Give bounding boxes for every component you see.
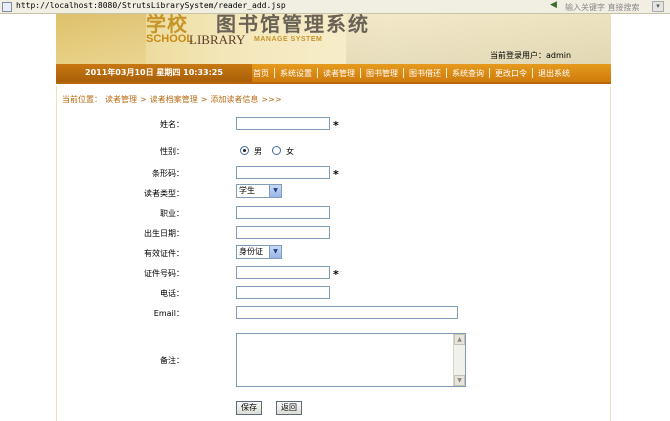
breadcrumb-current: 添加读者信息	[210, 95, 259, 104]
id-type-label: 有效证件：	[144, 249, 184, 258]
header-decoration	[56, 14, 146, 64]
reader-type-select[interactable]: 学生 ▼	[236, 184, 282, 198]
barcode-input[interactable]	[236, 166, 330, 179]
scroll-down-icon[interactable]: ▼	[454, 375, 465, 386]
id-number-required-mark: *	[333, 268, 339, 281]
breadcrumb-sep-icon: >	[140, 95, 147, 104]
main-nav: 2011年03月10日 星期四 10:33:25 首页 系统设置 读者管理 图书…	[56, 64, 611, 84]
breadcrumb-sep-icon: >	[200, 95, 208, 104]
logo-school-en: SCHOOL	[146, 33, 194, 45]
breadcrumb-suffix: >>>	[261, 95, 282, 104]
nav-item-home[interactable]: 首页	[248, 68, 274, 79]
nav-item-password[interactable]: 更改口令	[490, 68, 532, 79]
reader-type-value: 学生	[239, 186, 255, 195]
logo-library-en: LIBRARY	[189, 32, 246, 47]
nav-item-logout[interactable]: 退出系统	[533, 68, 575, 79]
job-input[interactable]	[236, 206, 330, 219]
email-label: Email：	[153, 309, 184, 318]
id-type-value: 身份证	[239, 247, 263, 256]
header-building-image	[346, 14, 611, 64]
id-number-label: 证件号码：	[144, 269, 184, 278]
nav-item-books[interactable]: 图书管理	[361, 68, 403, 79]
browser-address-bar: http://localhost:8080/StrutsLibrarySyste…	[0, 0, 670, 14]
breadcrumb-readers[interactable]: 读者管理	[105, 95, 137, 104]
save-button[interactable]: 保存	[236, 401, 262, 415]
barcode-label: 条形码：	[152, 169, 184, 178]
name-input[interactable]	[236, 117, 330, 130]
gender-male-radio[interactable]	[240, 146, 249, 155]
gender-male-label: 男	[254, 147, 262, 156]
nav-item-query[interactable]: 系统查询	[447, 68, 489, 79]
current-user: 当前登录用户：admin	[490, 51, 572, 60]
breadcrumb-archive[interactable]: 读者档案管理	[150, 95, 198, 104]
gender-female-radio[interactable]	[272, 146, 281, 155]
remark-textarea[interactable]: ▲ ▼	[236, 333, 466, 387]
address-url[interactable]: http://localhost:8080/StrutsLibrarySyste…	[16, 1, 286, 10]
name-required-mark: *	[333, 119, 339, 132]
phone-label: 电话：	[160, 289, 184, 298]
toolbar-icon[interactable]: ▾	[652, 1, 664, 12]
gender-label: 性别：	[160, 147, 184, 156]
birthday-label: 出生日期：	[144, 229, 184, 238]
email-input[interactable]	[236, 306, 458, 319]
job-label: 职业：	[160, 209, 184, 218]
chevron-down-icon[interactable]: ▼	[269, 246, 281, 258]
page-icon	[2, 2, 12, 12]
gender-female-label: 女	[286, 147, 294, 156]
barcode-required-mark: *	[333, 168, 339, 181]
name-label: 姓名：	[160, 120, 184, 129]
id-type-select[interactable]: 身份证 ▼	[236, 245, 282, 259]
logo-manage-en: MANAGE SYSTEM	[254, 36, 323, 43]
search-hint[interactable]: 输入关键字 直接搜索	[565, 2, 640, 13]
birthday-input[interactable]	[236, 226, 330, 239]
reader-type-label: 读者类型：	[144, 189, 184, 198]
page-margin-left	[0, 14, 56, 421]
scroll-up-icon[interactable]: ▲	[454, 334, 465, 345]
breadcrumb: 当前位置： 读者管理 > 读者档案管理 > 添加读者信息 >>>	[62, 94, 285, 105]
nav-item-borrow[interactable]: 图书借还	[404, 68, 446, 79]
remark-scrollbar[interactable]: ▲ ▼	[453, 334, 465, 386]
id-number-input[interactable]	[236, 266, 330, 279]
phone-input[interactable]	[236, 286, 330, 299]
nav-datetime: 2011年03月10日 星期四 10:33:25	[56, 64, 252, 82]
back-button[interactable]: 返回	[276, 401, 302, 415]
nav-item-settings[interactable]: 系统设置	[275, 68, 317, 79]
go-arrow-icon[interactable]: ◀	[550, 0, 557, 10]
nav-item-readers[interactable]: 读者管理	[318, 68, 360, 79]
chevron-down-icon[interactable]: ▼	[269, 185, 281, 197]
nav-menu: 首页 系统设置 读者管理 图书管理 图书借还 系统查询 更改口令 退出系统	[248, 64, 575, 82]
remark-label: 备注：	[160, 356, 184, 365]
breadcrumb-prefix: 当前位置：	[62, 95, 102, 104]
